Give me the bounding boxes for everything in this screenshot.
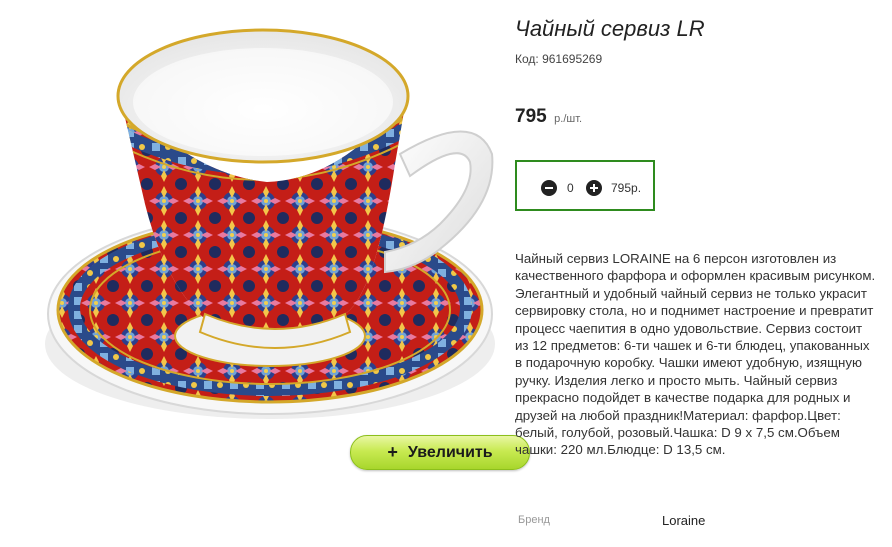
zoom-button[interactable]: + Увеличить [350, 435, 530, 470]
product-code: Код: 961695269 [515, 52, 603, 66]
brand-label: Бренд [518, 514, 550, 526]
product-description: Чайный сервиз LORAINE на 6 персон изгото… [515, 251, 876, 458]
zoom-button-label: Увеличить [407, 443, 493, 461]
price-amount: 795 [515, 106, 547, 127]
product-photo [45, 28, 495, 419]
plus-icon: + [387, 442, 398, 462]
product-price: 795 р./шт. [515, 106, 582, 128]
brand-value: Loraine [662, 513, 706, 528]
minus-circle-icon[interactable] [541, 180, 557, 196]
plus-circle-icon[interactable] [586, 180, 602, 196]
product-image-panel: + Увеличить [45, 14, 530, 470]
quantity-total: 795р. [611, 181, 642, 195]
quantity-value: 0 [567, 181, 574, 195]
price-unit: р./шт. [554, 113, 583, 125]
quantity-stepper: 0 795р. [515, 160, 655, 211]
product-title: Чайный сервиз LR [515, 16, 705, 41]
